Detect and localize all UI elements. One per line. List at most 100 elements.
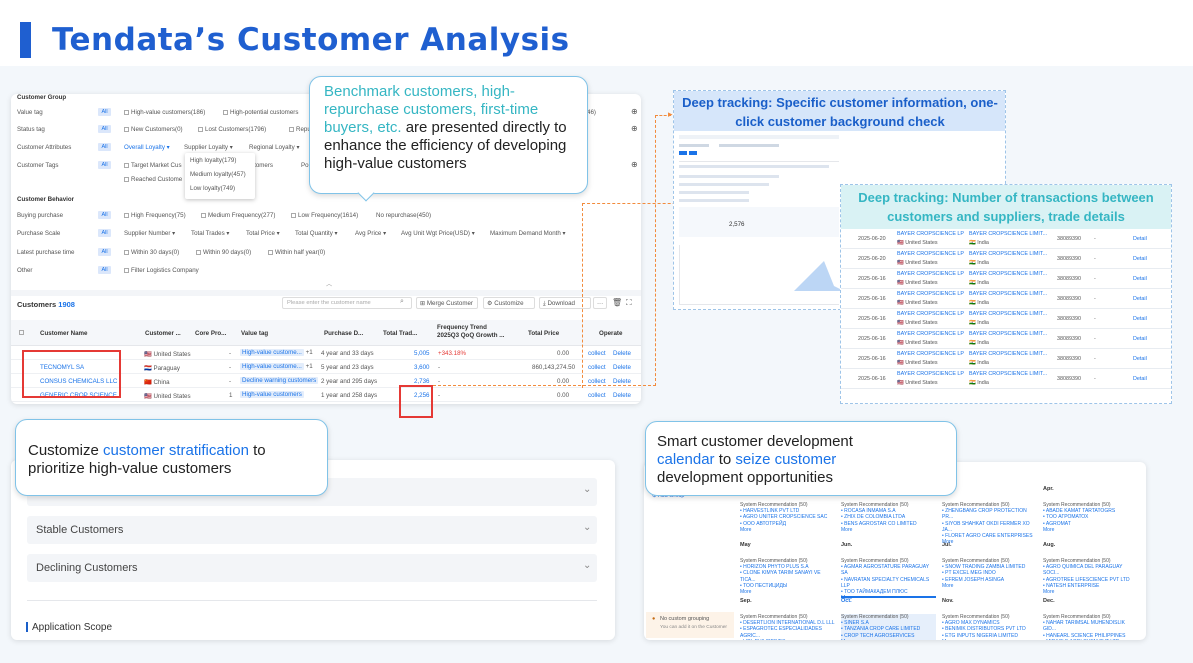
customize-button[interactable]: ⚙ Customize (483, 297, 535, 309)
chevron-down-icon[interactable]: ⌄ (583, 522, 591, 533)
status-tag-all[interactable]: All (98, 125, 111, 133)
buying-option[interactable]: No repurchase(450) (376, 212, 431, 219)
purchase-scale-all[interactable]: All (98, 229, 111, 237)
regional-loyalty-dropdown[interactable]: Regional Loyalty ▾ (249, 144, 300, 151)
buying-option[interactable]: High Frequency(75) (124, 212, 186, 219)
buyer-link[interactable]: BAYER CROPSCIENCE LP (897, 351, 964, 357)
detail-link[interactable]: Detail (1133, 316, 1147, 322)
collect-link[interactable]: collect (588, 392, 606, 399)
trash-icon[interactable]: 🗑 (612, 298, 622, 307)
delete-link[interactable]: Delete (613, 378, 631, 385)
overall-loyalty-dropdown[interactable]: Overall Loyalty ▾ (124, 144, 170, 151)
latest-purchase-option[interactable]: Within 30 days(0) (124, 249, 179, 256)
customer-search-input[interactable]: Please enter the customer name ⌕ (282, 297, 412, 309)
value-tag-option[interactable]: High-value customers(186) (124, 109, 205, 116)
customer-tag-option[interactable]: Po (301, 162, 309, 169)
calendar-cell[interactable]: System Recommendation (50) • DESERTLION I… (740, 614, 835, 640)
trade-row[interactable]: 2025-06-20 BAYER CROPSCIENCE LP 🇺🇸 United … (841, 249, 1171, 269)
calendar-cell[interactable]: System Recommendation (50) • ABADE KAMAT … (1043, 502, 1138, 533)
loyalty-option[interactable]: Low loyalty(749) (190, 185, 235, 192)
month-label[interactable]: Jun. (841, 542, 852, 548)
detail-link[interactable]: Detail (1133, 296, 1147, 302)
status-tag-option[interactable]: Lost Customers(1796) (198, 126, 266, 133)
total-price-dropdown[interactable]: Total Price ▾ (246, 230, 280, 237)
avg-unit-price-dropdown[interactable]: Avg Unit Wgt Price(USD) ▾ (401, 230, 475, 237)
more-link[interactable]: More (740, 589, 835, 595)
trades-link[interactable]: 2,736 (414, 378, 429, 385)
collect-link[interactable]: collect (588, 378, 606, 385)
download-button[interactable]: ⤓ Download (539, 297, 591, 309)
calendar-cell[interactable]: System Recommendation (50) • ROCASA INMAM… (841, 502, 936, 533)
buyer-link[interactable]: BAYER CROPSCIENCE LP (897, 231, 964, 237)
more-link[interactable]: More (942, 539, 1037, 545)
recommended-company[interactable]: • NAVRATAN SPECIALTY CHEMICALS LLP (841, 577, 936, 589)
search-icon[interactable]: ⌕ (400, 298, 404, 306)
buyer-link[interactable]: BAYER CROPSCIENCE LP (897, 331, 964, 337)
latest-purchase-option[interactable]: Within 90 days(0) (196, 249, 251, 256)
add-circle-icon[interactable]: ⊕ (631, 124, 638, 133)
accordion-item-declining[interactable]: Declining Customers ⌄ (27, 554, 597, 582)
buyer-link[interactable]: BAYER CROPSCIENCE LP (897, 271, 964, 277)
seller-link[interactable]: BAYER CROPSCIENCE LIMIT... (969, 291, 1047, 297)
latest-purchase-all[interactable]: All (98, 248, 111, 256)
calendar-cell[interactable]: System Recommendation (50) • AGMAR AGROST… (841, 558, 936, 601)
recommended-company[interactable]: • MIRACLE AGRI CHEM PVT LTD (1043, 639, 1138, 640)
calendar-cell[interactable]: System Recommendation (50) • SINER S.A • T… (841, 614, 936, 640)
more-button[interactable]: ··· (593, 297, 607, 309)
more-link[interactable]: More (841, 527, 936, 533)
customer-tag-option[interactable]: Target Market Cus (124, 162, 182, 169)
loyalty-option[interactable]: Medium loyalty(457) (190, 171, 246, 178)
fullscreen-icon[interactable]: ⛶ (626, 298, 632, 308)
trade-row[interactable]: 2025-06-16 BAYER CROPSCIENCE LP 🇺🇸 United … (841, 349, 1171, 369)
month-label[interactable]: Apr. (1043, 486, 1054, 492)
detail-link[interactable]: Detail (1133, 256, 1147, 262)
total-trades-dropdown[interactable]: Total Trades ▾ (191, 230, 230, 237)
seller-link[interactable]: BAYER CROPSCIENCE LIMIT... (969, 311, 1047, 317)
buyer-link[interactable]: BAYER CROPSCIENCE LP (897, 291, 964, 297)
chevron-down-icon[interactable]: ⌄ (583, 560, 591, 571)
trade-row[interactable]: 2025-06-16 BAYER CROPSCIENCE LP 🇺🇸 United … (841, 289, 1171, 309)
calendar-cell[interactable]: System Recommendation (50) • AGRO QUIMICA… (1043, 558, 1138, 595)
collapse-chevron-icon[interactable]: ︿ (326, 279, 332, 288)
max-demand-month-dropdown[interactable]: Maximum Demand Month ▾ (490, 230, 566, 237)
other-all[interactable]: All (98, 266, 111, 274)
delete-link[interactable]: Delete (613, 350, 631, 357)
supplier-loyalty-dropdown[interactable]: Supplier Loyalty ▾ (184, 144, 233, 151)
recommended-company[interactable]: • SIYOB SHAHKAT OKDI FERMER XO JA... (942, 521, 1037, 533)
customer-tag-option[interactable]: Reached Custome (124, 176, 182, 183)
detail-link[interactable]: Detail (1133, 276, 1147, 282)
buying-option[interactable]: Low Frequency(1614) (291, 212, 358, 219)
seller-link[interactable]: BAYER CROPSCIENCE LIMIT... (969, 231, 1047, 237)
latest-purchase-option[interactable]: Within half year(0) (268, 249, 325, 256)
seller-link[interactable]: BAYER CROPSCIENCE LIMIT... (969, 371, 1047, 377)
calendar-cell[interactable]: System Recommendation (50) • ZHENGBANG CR… (942, 502, 1037, 545)
loyalty-option[interactable]: High loyalty(179) (190, 157, 236, 164)
col-customer-name[interactable]: Customer Name (40, 330, 87, 337)
supplier-number-dropdown[interactable]: Supplier Number ▾ (124, 230, 175, 237)
more-link[interactable]: More (1043, 527, 1138, 533)
col-core-product[interactable]: Core Pro... (195, 330, 226, 337)
col-value-tag[interactable]: Value tag (241, 330, 268, 337)
col-total-price[interactable]: Total Price (528, 330, 559, 337)
trades-link[interactable]: 3,600 (414, 364, 429, 371)
calendar-cell[interactable]: System Recommendation (50) • HORIZON PHYT… (740, 558, 835, 595)
detail-link[interactable]: Detail (1133, 236, 1147, 242)
recommended-company[interactable]: • LIPL PHILIPPINES (740, 639, 835, 640)
merge-customer-button[interactable]: ⊞ Merge Customer (416, 297, 478, 309)
col-customer-country[interactable]: Customer ... (145, 330, 181, 337)
add-circle-icon[interactable]: ⊕ (631, 107, 638, 116)
customer-tags-all[interactable]: All (98, 161, 111, 169)
customer-attributes-all[interactable]: All (98, 143, 111, 151)
collect-link[interactable]: collect (588, 350, 606, 357)
detail-link[interactable]: Detail (1133, 376, 1147, 382)
seller-link[interactable]: BAYER CROPSCIENCE LIMIT... (969, 251, 1047, 257)
calendar-cell[interactable]: System Recommendation (50) • SNOW TRADING… (942, 558, 1037, 589)
value-tag-all[interactable]: All (98, 108, 111, 116)
buyer-link[interactable]: BAYER CROPSCIENCE LP (897, 371, 964, 377)
more-link[interactable]: More (942, 639, 1037, 640)
calendar-cell[interactable]: System Recommendation (50) • AGRO MAX DYN… (942, 614, 1037, 640)
add-circle-icon[interactable]: ⊕ (631, 160, 638, 169)
buyer-link[interactable]: BAYER CROPSCIENCE LP (897, 311, 964, 317)
chevron-down-icon[interactable]: ⌄ (583, 484, 591, 495)
more-link[interactable]: More (841, 639, 936, 640)
